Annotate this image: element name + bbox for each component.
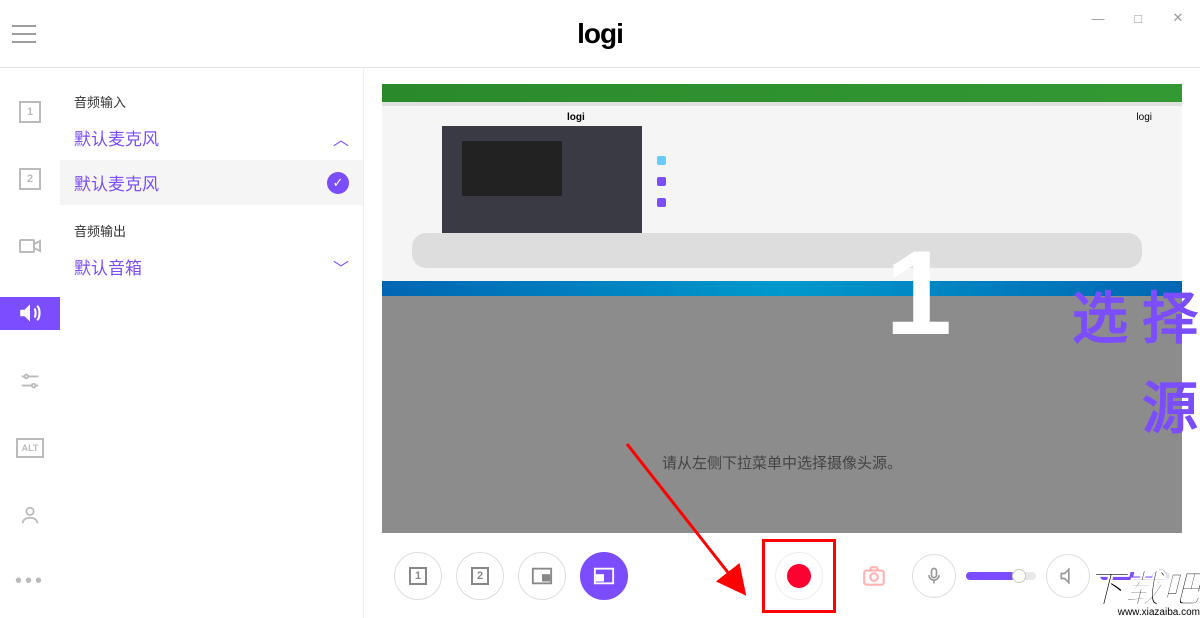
square-2-icon: 2 [471, 567, 489, 585]
preview-pane: logi logi 选择 源 1 请从左侧下拉菜单中选择摄像头源。 [382, 84, 1182, 533]
inner-panel: logi [1136, 112, 1152, 123]
record-highlight-box [762, 539, 836, 613]
profile-tab[interactable] [0, 499, 60, 531]
overlay-text-1: 选择 [1072, 274, 1200, 355]
pip-2-button[interactable] [580, 552, 628, 600]
inner-logo: logi [567, 112, 585, 123]
scene-1-button[interactable]: 1 [394, 552, 442, 600]
more-button[interactable]: ••• [0, 566, 60, 598]
microphone-icon [924, 566, 944, 586]
alt-icon: ALT [16, 438, 44, 458]
mic-option-label: 默认麦克风 [74, 170, 159, 195]
audio-output-value: 默认音箱 [74, 254, 142, 279]
speaker-icon [17, 300, 43, 326]
square-1-icon: 1 [19, 101, 41, 123]
app-logo: logi [577, 18, 623, 50]
pip-1-icon [531, 565, 553, 587]
menu-button[interactable] [12, 25, 36, 43]
pip-1-button[interactable] [518, 552, 566, 600]
adjust-tab[interactable] [0, 365, 60, 397]
overlay-number: 1 [885, 224, 952, 362]
audio-input-dropdown[interactable]: 默认麦克风 ︿ [60, 115, 363, 160]
overlay-text-2: 源 [1142, 364, 1200, 445]
close-button[interactable]: ✕ [1164, 8, 1192, 28]
watermark-text: 下载吧 [1086, 573, 1200, 607]
mic-toggle-button[interactable] [912, 554, 956, 598]
instruction-text: 请从左侧下拉菜单中选择摄像头源。 [662, 452, 902, 473]
mic-volume-slider[interactable] [966, 572, 1036, 580]
check-icon: ✓ [327, 172, 349, 194]
speaker-toggle-button[interactable] [1046, 554, 1090, 598]
alt-tab[interactable]: ALT [0, 432, 60, 464]
camera-tab[interactable] [0, 230, 60, 262]
watermark: 下载吧 www.xiazaiba.com [1086, 573, 1200, 618]
speaker-small-icon [1058, 566, 1078, 586]
mic-option-default[interactable]: 默认麦克风 ✓ [60, 160, 363, 205]
record-button[interactable] [775, 552, 823, 600]
camera-icon [18, 234, 42, 258]
inner-screenshot: logi logi [382, 84, 1182, 314]
sliders-icon [19, 370, 41, 392]
audio-output-label: 音频输出 [60, 217, 363, 244]
camera-snapshot-icon [861, 563, 887, 589]
audio-output-dropdown[interactable]: 默认音箱 ﹀ [60, 244, 363, 289]
audio-input-label: 音频输入 [60, 88, 363, 115]
scene-2-button[interactable]: 2 [456, 552, 504, 600]
audio-tab[interactable] [0, 297, 60, 329]
chevron-down-icon: ﹀ [333, 255, 349, 279]
chevron-up-icon: ︿ [333, 126, 349, 150]
square-2-icon: 2 [19, 168, 41, 190]
square-1-icon: 1 [409, 567, 427, 585]
pip-2-icon [593, 565, 615, 587]
maximize-button[interactable]: □ [1124, 8, 1152, 28]
minimize-button[interactable]: — [1084, 8, 1112, 28]
dots-icon: ••• [15, 570, 45, 593]
person-icon [19, 504, 41, 526]
source-1-icon[interactable]: 1 [0, 96, 60, 128]
audio-input-value: 默认麦克风 [74, 125, 159, 150]
source-2-icon[interactable]: 2 [0, 163, 60, 195]
snapshot-button[interactable] [850, 552, 898, 600]
record-icon [787, 564, 811, 588]
